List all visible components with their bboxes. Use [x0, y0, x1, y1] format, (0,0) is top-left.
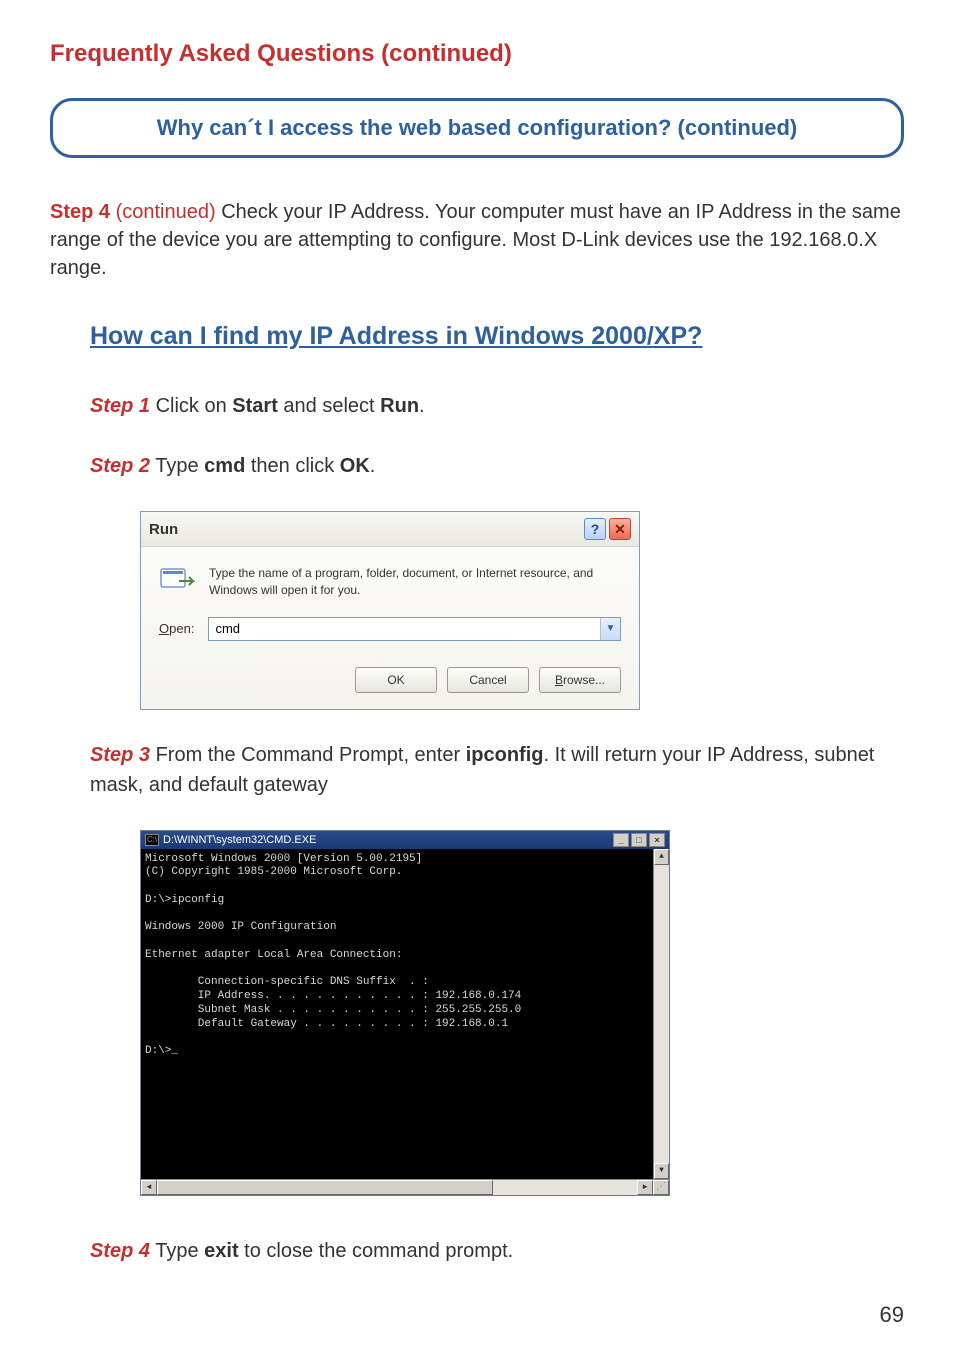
run-title: Run — [149, 521, 178, 538]
close-button[interactable]: ✕ — [609, 518, 631, 540]
hscroll-track[interactable] — [157, 1180, 637, 1195]
scroll-down-icon[interactable]: ▼ — [654, 1163, 669, 1179]
question-banner-text: Why can´t I access the web based configu… — [93, 115, 861, 141]
continued-text: (continued) — [110, 201, 221, 223]
run-dialog: Run ? ✕ Type the name of a program, fold… — [140, 511, 640, 710]
step1-run: Run — [380, 395, 419, 417]
intro-paragraph: Step 4 (continued) Check your IP Address… — [50, 198, 904, 282]
step2-mid: then click — [245, 455, 339, 477]
step4-line: Step 4 Type exit to close the command pr… — [90, 1236, 904, 1266]
ok-button[interactable]: OK — [355, 667, 437, 693]
page-number: 69 — [880, 1302, 904, 1328]
horizontal-scrollbar[interactable]: ◄ ► ⋰ — [141, 1179, 669, 1195]
vscroll-track[interactable] — [654, 865, 669, 1163]
run-description: Type the name of a program, folder, docu… — [209, 565, 621, 599]
step2-ok: OK — [340, 455, 370, 477]
scroll-up-icon[interactable]: ▲ — [654, 849, 669, 865]
step4-label: Step 4 — [90, 1240, 150, 1262]
cmd-window: C:\ D:\WINNT\system32\CMD.EXE _ □ × Micr… — [140, 830, 670, 1196]
step2-line: Step 2 Type cmd then click OK. — [90, 451, 904, 481]
help-button[interactable]: ? — [584, 518, 606, 540]
run-titlebar: Run ? ✕ — [141, 512, 639, 547]
page-title: Frequently Asked Questions (continued) — [50, 40, 904, 68]
browse-button[interactable]: Browse... — [539, 667, 621, 693]
step4-exit: exit — [204, 1240, 238, 1262]
scroll-left-icon[interactable]: ◄ — [141, 1180, 157, 1195]
step1-label: Step 1 — [90, 395, 150, 417]
step2-pre: Type — [150, 455, 204, 477]
chevron-down-icon[interactable]: ▼ — [600, 618, 620, 640]
open-input[interactable] — [209, 618, 600, 640]
step1-mid: and select — [278, 395, 380, 417]
maximize-button[interactable]: □ — [631, 833, 647, 847]
close-button[interactable]: × — [649, 833, 665, 847]
section-heading: How can I find my IP Address in Windows … — [90, 322, 904, 351]
question-banner: Why can´t I access the web based configu… — [50, 98, 904, 158]
scroll-right-icon[interactable]: ► — [637, 1180, 653, 1195]
step3-pre: From the Command Prompt, enter — [150, 744, 466, 766]
step1-line: Step 1 Click on Start and select Run. — [90, 391, 904, 421]
minimize-button[interactable]: _ — [613, 833, 629, 847]
step3-line: Step 3 From the Command Prompt, enter ip… — [90, 740, 904, 800]
run-icon — [159, 565, 195, 595]
cmd-title: D:\WINNT\system32\CMD.EXE — [163, 834, 316, 846]
hscroll-thumb[interactable] — [157, 1180, 493, 1195]
open-label: Open: — [159, 621, 194, 636]
cmd-output: Microsoft Windows 2000 [Version 5.00.219… — [141, 849, 653, 1179]
open-combobox[interactable]: ▼ — [208, 617, 621, 641]
step4-end: to close the command prompt. — [239, 1240, 514, 1262]
step2-cmd: cmd — [204, 455, 245, 477]
step4-pre: Type — [150, 1240, 204, 1262]
step3-label: Step 3 — [90, 744, 150, 766]
step3-ipconfig: ipconfig — [466, 744, 544, 766]
step1-start: Start — [232, 395, 278, 417]
cancel-button[interactable]: Cancel — [447, 667, 529, 693]
step2-label: Step 2 — [90, 455, 150, 477]
cmd-titlebar: C:\ D:\WINNT\system32\CMD.EXE _ □ × — [141, 831, 669, 849]
cmd-icon: C:\ — [145, 834, 159, 846]
step2-end: . — [370, 455, 376, 477]
resize-grip-icon[interactable]: ⋰ — [653, 1180, 669, 1195]
step1-pre: Click on — [150, 395, 232, 417]
step4-label: Step 4 — [50, 201, 110, 223]
step1-end: . — [419, 395, 425, 417]
vertical-scrollbar[interactable]: ▲ ▼ — [653, 849, 669, 1179]
